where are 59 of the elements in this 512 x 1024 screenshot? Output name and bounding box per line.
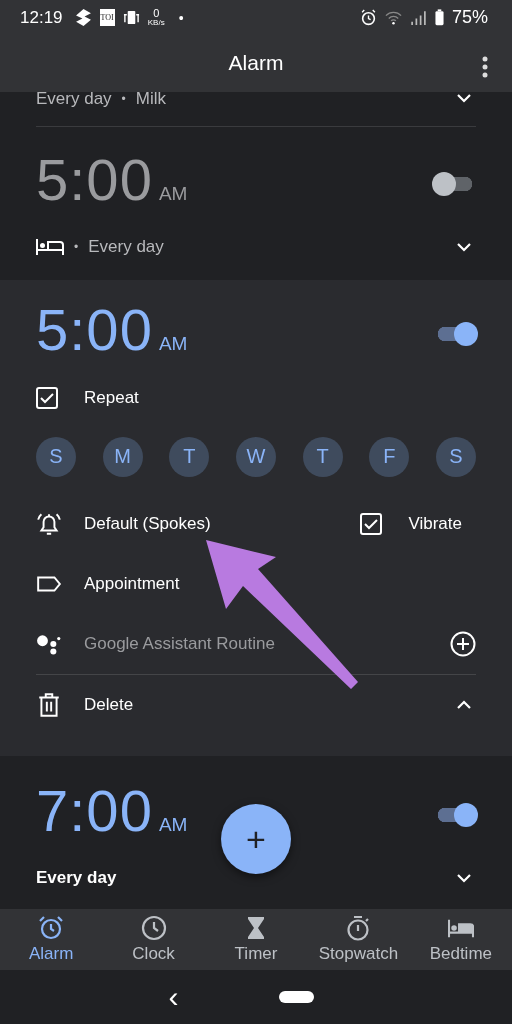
day-toggle[interactable]: F	[369, 436, 410, 477]
vibrate-checkbox[interactable]	[360, 512, 383, 535]
day-toggle[interactable]: T	[302, 436, 343, 477]
phone-icon	[122, 9, 140, 27]
day-toggle[interactable]: W	[235, 436, 276, 477]
battery-percent: 75%	[451, 7, 488, 29]
alarm-clock-icon	[38, 914, 65, 941]
alarm-repeat: Every day	[88, 237, 164, 258]
back-button[interactable]: ‹	[168, 980, 179, 1015]
day-toggle[interactable]: S	[435, 436, 476, 477]
separator-dot: •	[74, 240, 79, 255]
alarm-icon	[359, 9, 377, 27]
notification-dot: •	[178, 9, 184, 26]
separator-dot: •	[121, 91, 126, 106]
day-toggle[interactable]: T	[169, 436, 210, 477]
nav-tab[interactable]: Bedtime	[409, 908, 512, 971]
stopwatch-icon	[345, 914, 372, 941]
s-logo-icon	[74, 9, 92, 27]
nav-tab[interactable]: Timer	[204, 908, 308, 971]
assistant-routine[interactable]: Google Assistant Routine	[84, 633, 275, 654]
alarm-repeat: Every day	[36, 868, 117, 889]
alarm-ampm: AM	[158, 814, 188, 837]
clock-icon	[140, 914, 167, 941]
delete-button[interactable]: Delete	[84, 694, 134, 715]
vibrate-label: Vibrate	[408, 513, 462, 534]
alarm-ampm: AM	[158, 183, 188, 206]
repeat-checkbox[interactable]	[36, 386, 58, 409]
alarm-time[interactable]: 5:00	[36, 146, 153, 214]
ringtone-name[interactable]: Default (Spokes)	[84, 513, 211, 534]
alarm-label: Milk	[135, 91, 166, 109]
wifi-icon	[384, 9, 402, 27]
nav-tab[interactable]: Stopwatch	[307, 908, 410, 971]
alarm-time[interactable]: 5:00	[36, 295, 153, 363]
day-toggle[interactable]: M	[102, 436, 143, 477]
add-icon[interactable]	[450, 630, 476, 657]
bed-icon	[36, 238, 64, 257]
battery-icon	[434, 9, 444, 27]
expand-icon[interactable]	[457, 873, 471, 883]
alarm-ampm: AM	[158, 332, 188, 355]
trash-icon	[36, 691, 62, 718]
nav-tab[interactable]: Clock	[102, 908, 205, 971]
expand-icon[interactable]	[457, 94, 471, 104]
network-speed: 0	[153, 8, 160, 20]
alarm-time[interactable]: 7:00	[36, 777, 153, 845]
alarm-label[interactable]: Appointment	[84, 573, 180, 594]
nav-tab[interactable]: Alarm	[0, 908, 103, 971]
day-toggle[interactable]: S	[36, 436, 76, 477]
more-options-icon[interactable]	[482, 56, 488, 79]
status-time: 12:19	[20, 7, 63, 28]
repeat-label: Repeat	[84, 387, 139, 408]
collapse-icon[interactable]	[457, 700, 471, 710]
alarm-card[interactable]: Every day • Milk	[36, 91, 476, 127]
speed-unit: KB/s	[147, 19, 165, 28]
home-button[interactable]	[278, 991, 314, 1004]
expand-icon[interactable]	[457, 242, 471, 252]
signal-icon	[409, 9, 427, 27]
notification-icon: TOI	[99, 9, 115, 27]
alarm-repeat: Every day	[36, 91, 112, 109]
screen-title: Alarm	[228, 51, 284, 76]
